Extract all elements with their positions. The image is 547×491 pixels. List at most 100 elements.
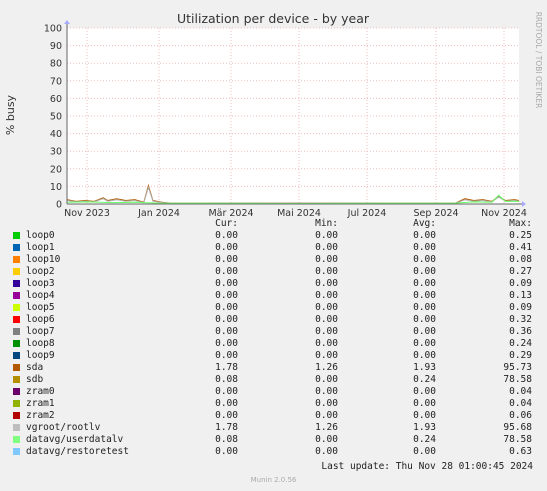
- legend-name: loop9: [26, 350, 55, 361]
- legend-max: 0.63: [509, 446, 532, 457]
- legend-name: loop10: [26, 254, 61, 265]
- y-tick-label: 70: [50, 76, 62, 87]
- legend: Cur: Min: Avg: Max: loop0 0.00 0.00 0.00 0.2…: [0, 218, 547, 458]
- legend-max: 0.36: [509, 326, 532, 337]
- y-tick-label: 10: [50, 182, 62, 193]
- legend-row: loop7 0.00 0.00 0.00 0.36: [0, 326, 547, 338]
- legend-cur: 0.00: [215, 446, 238, 457]
- legend-swatch: [13, 244, 20, 251]
- y-tick-label: 50: [50, 112, 62, 123]
- legend-name: datavg/userdatalv: [26, 434, 124, 445]
- legend-avg: 0.00: [413, 338, 436, 349]
- legend-min: 0.00: [315, 290, 338, 301]
- legend-row: zram1 0.00 0.00 0.00 0.04: [0, 398, 547, 410]
- legend-avg: 0.24: [413, 374, 436, 385]
- legend-avg: 0.00: [413, 398, 436, 409]
- legend-row: datavg/userdatalv 0.08 0.00 0.24 78.58: [0, 434, 547, 446]
- y-tick-label: 100: [44, 24, 62, 35]
- legend-name: loop0: [26, 230, 55, 241]
- legend-row: zram0 0.00 0.00 0.00 0.04: [0, 386, 547, 398]
- legend-min: 0.00: [315, 398, 338, 409]
- legend-min: 1.26: [315, 422, 338, 433]
- y-tick-label: 60: [50, 94, 62, 105]
- y-axis-arrow: [64, 20, 70, 24]
- legend-max: 0.25: [509, 230, 532, 241]
- y-tick-label: 30: [50, 147, 62, 158]
- chart: Utilization per device - by year % busy …: [4, 11, 543, 218]
- legend-row: loop6 0.00 0.00 0.00 0.32: [0, 314, 547, 326]
- legend-row: datavg/restoretest 0.00 0.00 0.00 0.63: [0, 446, 547, 458]
- legend-max: 0.41: [509, 242, 532, 253]
- legend-min: 0.00: [315, 410, 338, 421]
- legend-avg: 0.00: [413, 266, 436, 277]
- legend-row: loop2 0.00 0.00 0.00 0.27: [0, 266, 547, 278]
- legend-cur: 0.00: [215, 302, 238, 313]
- y-tick-label: 0: [56, 200, 62, 211]
- legend-avg: 0.00: [413, 290, 436, 301]
- legend-avg: 0.24: [413, 434, 436, 445]
- rrdtool-credit: RRDTOOL / TOBI OETIKER: [534, 12, 543, 109]
- legend-cur: 0.00: [215, 386, 238, 397]
- legend-row: loop10 0.00 0.00 0.00 0.08: [0, 254, 547, 266]
- legend-swatch: [13, 436, 20, 443]
- legend-swatch: [13, 364, 20, 371]
- legend-swatch: [13, 268, 20, 275]
- legend-min: 0.00: [315, 266, 338, 277]
- legend-avg: 1.93: [413, 362, 436, 373]
- legend-name: zram2: [26, 410, 55, 421]
- legend-row: loop9 0.00 0.00 0.00 0.29: [0, 350, 547, 362]
- legend-swatch: [13, 280, 20, 287]
- legend-min: 0.00: [315, 350, 338, 361]
- x-tick-label: Mär 2024: [208, 208, 253, 218]
- legend-min: 0.00: [315, 326, 338, 337]
- legend-avg: 0.00: [413, 302, 436, 313]
- legend-min: 0.00: [315, 254, 338, 265]
- header-cur: Cur:: [215, 218, 238, 229]
- legend-row: sda 1.78 1.26 1.93 95.73: [0, 362, 547, 374]
- legend-min: 0.00: [315, 446, 338, 457]
- legend-max: 0.04: [509, 398, 532, 409]
- legend-name: vgroot/rootlv: [26, 422, 101, 433]
- legend-swatch: [13, 412, 20, 419]
- legend-row: loop1 0.00 0.00 0.00 0.41: [0, 242, 547, 254]
- legend-name: loop1: [26, 242, 55, 253]
- legend-max: 0.32: [509, 314, 532, 325]
- x-tick-label: Jan 2024: [137, 208, 180, 218]
- legend-min: 1.26: [315, 362, 338, 373]
- legend-swatch: [13, 400, 20, 407]
- legend-name: datavg/restoretest: [26, 446, 129, 457]
- legend-max: 0.13: [509, 290, 532, 301]
- legend-max: 78.58: [503, 434, 532, 445]
- legend-max: 0.24: [509, 338, 532, 349]
- legend-min: 0.00: [315, 374, 338, 385]
- legend-cur: 0.00: [215, 290, 238, 301]
- y-tick-label: 90: [50, 41, 62, 52]
- x-tick-label: Sep 2024: [413, 208, 458, 218]
- legend-name: sda: [26, 362, 44, 373]
- legend-swatch: [13, 256, 20, 263]
- legend-cur: 0.08: [215, 374, 238, 385]
- legend-cur: 0.00: [215, 254, 238, 265]
- legend-cur: 0.00: [215, 266, 238, 277]
- legend-avg: 0.00: [413, 386, 436, 397]
- y-tick-label: 80: [50, 59, 62, 70]
- legend-header: Cur: Min: Avg: Max:: [0, 218, 547, 230]
- legend-swatch: [13, 424, 20, 431]
- legend-max: 95.68: [503, 422, 532, 433]
- legend-cur: 0.00: [215, 410, 238, 421]
- legend-swatch: [13, 388, 20, 395]
- legend-cur: 1.78: [215, 362, 238, 373]
- legend-max: 0.27: [509, 266, 532, 277]
- legend-cur: 0.00: [215, 338, 238, 349]
- legend-cur: 0.00: [215, 326, 238, 337]
- legend-avg: 0.00: [413, 350, 436, 361]
- legend-row: loop0 0.00 0.00 0.00 0.25: [0, 230, 547, 242]
- x-tick-label: Nov 2024: [481, 208, 527, 218]
- legend-min: 0.00: [315, 386, 338, 397]
- legend-swatch: [13, 340, 20, 347]
- legend-max: 0.06: [509, 410, 532, 421]
- chart-title: Utilization per device - by year: [177, 11, 370, 26]
- legend-avg: 0.00: [413, 278, 436, 289]
- legend-rows: loop0 0.00 0.00 0.00 0.25 loop1 0.00 0.00 0.00 0.…: [0, 230, 547, 458]
- legend-name: loop2: [26, 266, 55, 277]
